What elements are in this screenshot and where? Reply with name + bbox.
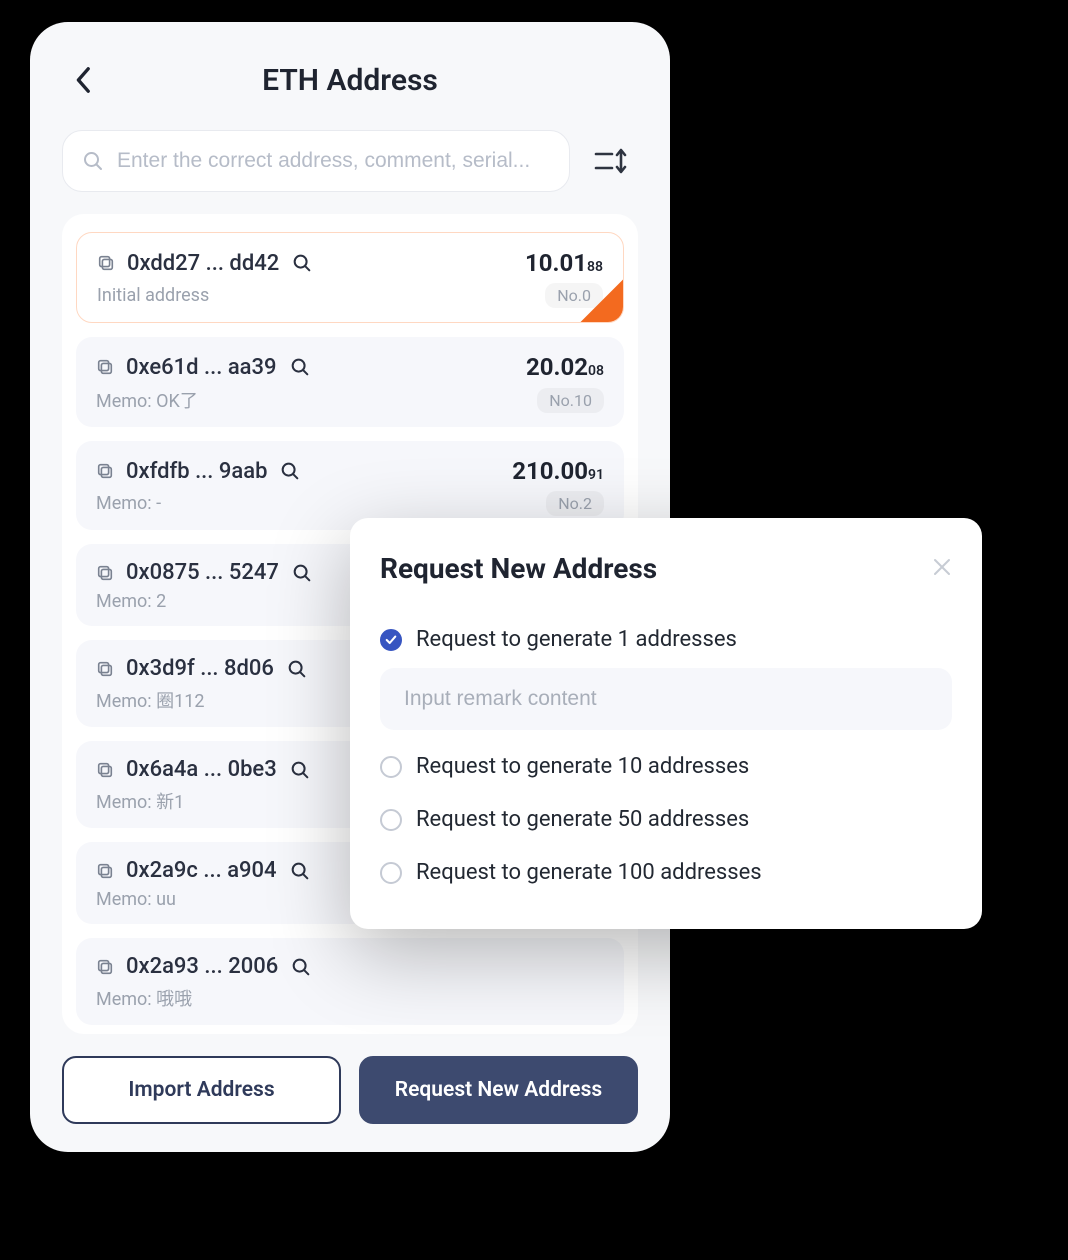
modal-title: Request New Address: [380, 552, 657, 585]
selected-corner-icon: [580, 279, 624, 323]
address-row: 0xdd27 ... dd42 10.0188: [97, 249, 603, 277]
option-label: Request to generate 10 addresses: [416, 754, 749, 779]
radio-icon: [380, 756, 402, 778]
address-text: 0x3d9f ... 8d06: [126, 656, 274, 681]
request-new-address-modal: Request New Address Request to generate …: [350, 518, 982, 929]
sort-icon: [594, 146, 628, 176]
option-label: Request to generate 1 addresses: [416, 627, 737, 652]
magnify-icon[interactable]: [291, 562, 313, 584]
generate-option[interactable]: Request to generate 100 addresses: [380, 846, 952, 899]
serial-badge: No.10: [537, 388, 604, 413]
footer: Import Address Request New Address: [62, 1034, 638, 1124]
search-row: [62, 130, 638, 192]
radio-icon: [380, 862, 402, 884]
request-new-address-button[interactable]: Request New Address: [359, 1056, 638, 1124]
address-meta: Memo: -No.2: [96, 491, 604, 516]
copy-icon[interactable]: [96, 761, 114, 779]
address-meta: Initial addressNo.0: [97, 283, 603, 308]
magnify-icon[interactable]: [286, 658, 308, 680]
magnify-icon[interactable]: [279, 460, 301, 482]
address-text: 0xdd27 ... dd42: [127, 251, 279, 276]
memo-text: Memo: 哦哦: [96, 985, 604, 1011]
magnify-icon[interactable]: [289, 356, 311, 378]
address-text: 0x0875 ... 5247: [126, 560, 279, 585]
address-meta: Memo: OK了No.10: [96, 387, 604, 413]
address-row: 0x2a93 ... 2006: [96, 954, 604, 979]
address-item[interactable]: 0xfdfb ... 9aab 210.0091 Memo: -No.2: [76, 441, 624, 530]
memo-text: Memo: -: [96, 493, 546, 514]
address-item[interactable]: 0xdd27 ... dd42 10.0188 Initial addressNo.…: [76, 232, 624, 323]
page-title: ETH Address: [262, 63, 438, 98]
balance-value: 20.0208: [526, 353, 604, 381]
back-button[interactable]: [70, 66, 98, 94]
modal-header: Request New Address: [380, 552, 952, 585]
address-meta: Memo: 哦哦: [96, 985, 604, 1011]
copy-icon[interactable]: [96, 462, 114, 480]
copy-icon[interactable]: [97, 254, 115, 272]
generate-option[interactable]: Request to generate 10 addresses: [380, 740, 952, 793]
remark-input[interactable]: [380, 668, 952, 730]
import-address-button[interactable]: Import Address: [62, 1056, 341, 1124]
generate-option[interactable]: Request to generate 1 addresses: [380, 613, 952, 666]
address-text: 0x2a93 ... 2006: [126, 954, 278, 979]
sort-button[interactable]: [584, 134, 638, 188]
address-row: 0xe61d ... aa39 20.0208: [96, 353, 604, 381]
radio-icon: [380, 809, 402, 831]
copy-icon[interactable]: [96, 660, 114, 678]
search-icon: [81, 149, 105, 173]
address-text: 0xfdfb ... 9aab: [126, 459, 267, 484]
memo-text: Initial address: [97, 285, 545, 306]
magnify-icon[interactable]: [290, 956, 312, 978]
close-icon: [932, 557, 952, 577]
search-input[interactable]: [117, 149, 551, 173]
magnify-icon[interactable]: [291, 252, 313, 274]
balance-value: 10.0188: [525, 249, 603, 277]
close-button[interactable]: [932, 555, 952, 583]
serial-badge: No.2: [546, 491, 604, 516]
header: ETH Address: [62, 56, 638, 104]
address-text: 0x6a4a ... 0be3: [126, 757, 277, 782]
chevron-left-icon: [75, 66, 93, 94]
option-label: Request to generate 100 addresses: [416, 860, 762, 885]
address-row: 0xfdfb ... 9aab 210.0091: [96, 457, 604, 485]
address-item[interactable]: 0xe61d ... aa39 20.0208 Memo: OK了No.10: [76, 337, 624, 427]
magnify-icon[interactable]: [289, 759, 311, 781]
memo-text: Memo: OK了: [96, 387, 537, 413]
copy-icon[interactable]: [96, 958, 114, 976]
search-box[interactable]: [62, 130, 570, 192]
radio-checked-icon: [380, 629, 402, 651]
copy-icon[interactable]: [96, 358, 114, 376]
magnify-icon[interactable]: [289, 860, 311, 882]
copy-icon[interactable]: [96, 862, 114, 880]
address-text: 0xe61d ... aa39: [126, 355, 277, 380]
copy-icon[interactable]: [96, 564, 114, 582]
option-label: Request to generate 50 addresses: [416, 807, 749, 832]
address-item[interactable]: 0x2a93 ... 2006 Memo: 哦哦: [76, 938, 624, 1025]
address-text: 0x2a9c ... a904: [126, 858, 277, 883]
balance-value: 210.0091: [512, 457, 604, 485]
generate-option[interactable]: Request to generate 50 addresses: [380, 793, 952, 846]
